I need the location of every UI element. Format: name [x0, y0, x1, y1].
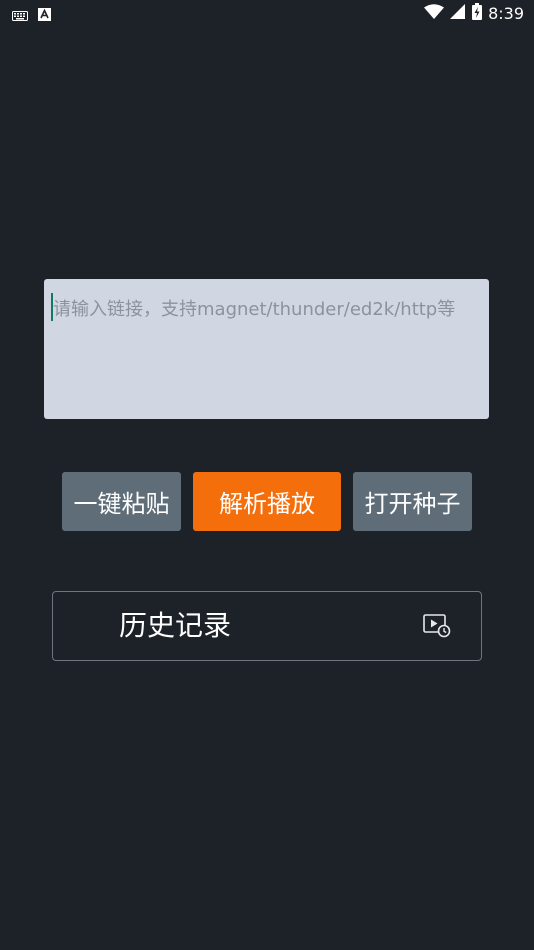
history-label: 历史记录 [119, 609, 232, 642]
battery-charging-icon [472, 3, 483, 24]
open-torrent-button[interactable]: 打开种子 [353, 472, 472, 531]
status-bar: 8:39 [0, 0, 534, 28]
parse-play-button[interactable]: 解析播放 [193, 472, 341, 531]
text-caret [51, 293, 53, 321]
signal-icon [450, 3, 466, 24]
paste-button[interactable]: 一键粘贴 [62, 472, 181, 531]
wifi-icon [424, 3, 445, 24]
play-history-icon [423, 614, 451, 638]
text-a-icon [38, 6, 51, 25]
link-input[interactable] [44, 279, 489, 419]
keyboard-icon [12, 6, 28, 25]
history-button[interactable]: 历史记录 [52, 591, 482, 661]
link-input-container[interactable] [44, 279, 489, 419]
status-time: 8:39 [488, 4, 524, 23]
